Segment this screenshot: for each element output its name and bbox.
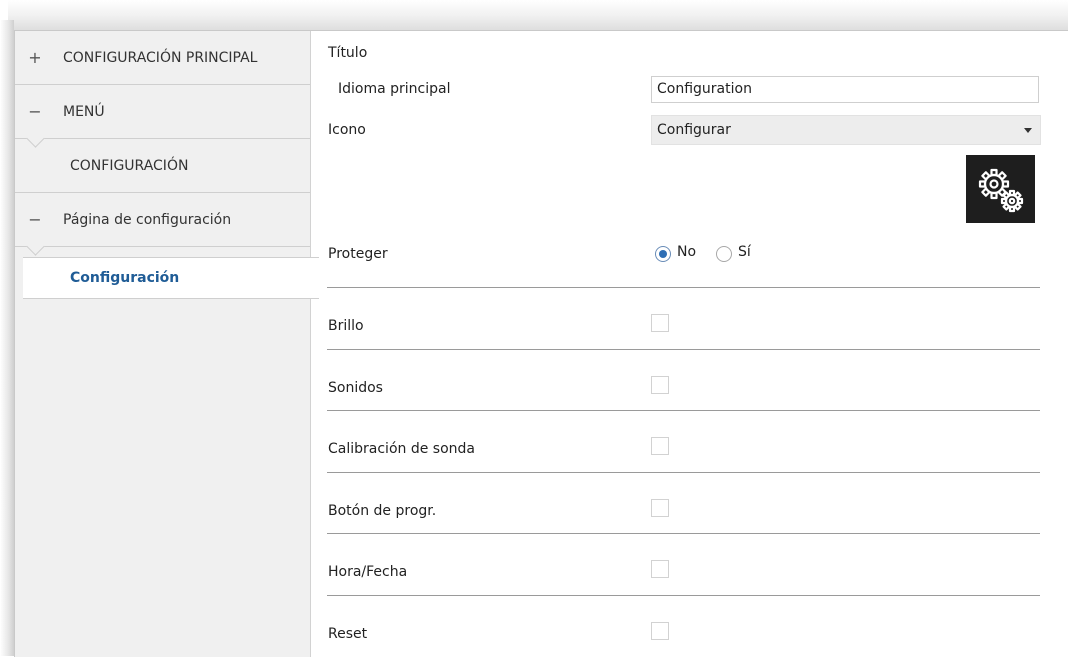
expand-icon[interactable]: +	[27, 31, 43, 85]
sidebar-item-label: CONFIGURACIÓN PRINCIPAL	[63, 50, 258, 66]
icono-select[interactable]: Configurar	[651, 115, 1041, 145]
window-shadow-top	[8, 0, 1068, 34]
titulo-label: Título	[328, 45, 368, 61]
divider	[327, 349, 1040, 350]
idioma-principal-label: Idioma principal	[338, 81, 451, 97]
gears-icon	[966, 155, 1035, 223]
divider	[327, 410, 1040, 411]
sidebar-item-configuracion[interactable]: CONFIGURACIÓN	[15, 139, 310, 193]
sidebar: + CONFIGURACIÓN PRINCIPAL − MENÚ CONFIGU…	[15, 31, 311, 657]
proteger-radio-no[interactable]	[655, 246, 671, 262]
proteger-radio-si[interactable]	[716, 246, 732, 262]
divider	[327, 472, 1040, 473]
divider	[327, 287, 1040, 288]
hora-fecha-checkbox[interactable]	[651, 560, 669, 578]
window-shadow-left	[0, 20, 14, 656]
boton-progr-label: Botón de progr.	[328, 503, 437, 519]
icono-label: Icono	[328, 122, 366, 138]
sonidos-checkbox[interactable]	[651, 376, 669, 394]
sidebar-item-pagina-configuracion[interactable]: − Página de configuración	[15, 193, 310, 256]
brillo-checkbox[interactable]	[651, 314, 669, 332]
reset-label: Reset	[328, 626, 368, 642]
sidebar-item-label: CONFIGURACIÓN	[70, 158, 189, 174]
sonidos-label: Sonidos	[328, 380, 383, 396]
proteger-label: Proteger	[328, 246, 388, 262]
idioma-principal-input[interactable]: Configuration	[651, 76, 1039, 103]
dropdown-arrow-icon[interactable]	[1024, 128, 1032, 133]
boton-progr-checkbox[interactable]	[651, 499, 669, 517]
proteger-option-no[interactable]: No	[677, 244, 696, 260]
hora-fecha-label: Hora/Fecha	[328, 564, 408, 580]
configuration-window: + CONFIGURACIÓN PRINCIPAL − MENÚ CONFIGU…	[14, 30, 1068, 657]
sidebar-item-label: Página de configuración	[63, 212, 232, 228]
main-panel: Título Idioma principal Configuration Ic…	[311, 31, 1068, 657]
sidebar-item-configuracion-selected[interactable]: Configuración	[23, 257, 319, 299]
brillo-label: Brillo	[328, 318, 364, 334]
sidebar-item-menu[interactable]: − MENÚ	[15, 85, 310, 148]
reset-checkbox[interactable]	[651, 622, 669, 640]
proteger-option-si[interactable]: Sí	[738, 244, 751, 260]
sidebar-item-configuracion-principal[interactable]: + CONFIGURACIÓN PRINCIPAL	[15, 31, 310, 85]
icono-select-value: Configurar	[657, 122, 731, 138]
calibracion-sonda-checkbox[interactable]	[651, 437, 669, 455]
sidebar-item-label: MENÚ	[63, 104, 105, 120]
divider	[327, 533, 1040, 534]
calibracion-sonda-label: Calibración de sonda	[328, 441, 475, 457]
sidebar-item-label: Configuración	[70, 270, 180, 286]
divider	[327, 595, 1040, 596]
